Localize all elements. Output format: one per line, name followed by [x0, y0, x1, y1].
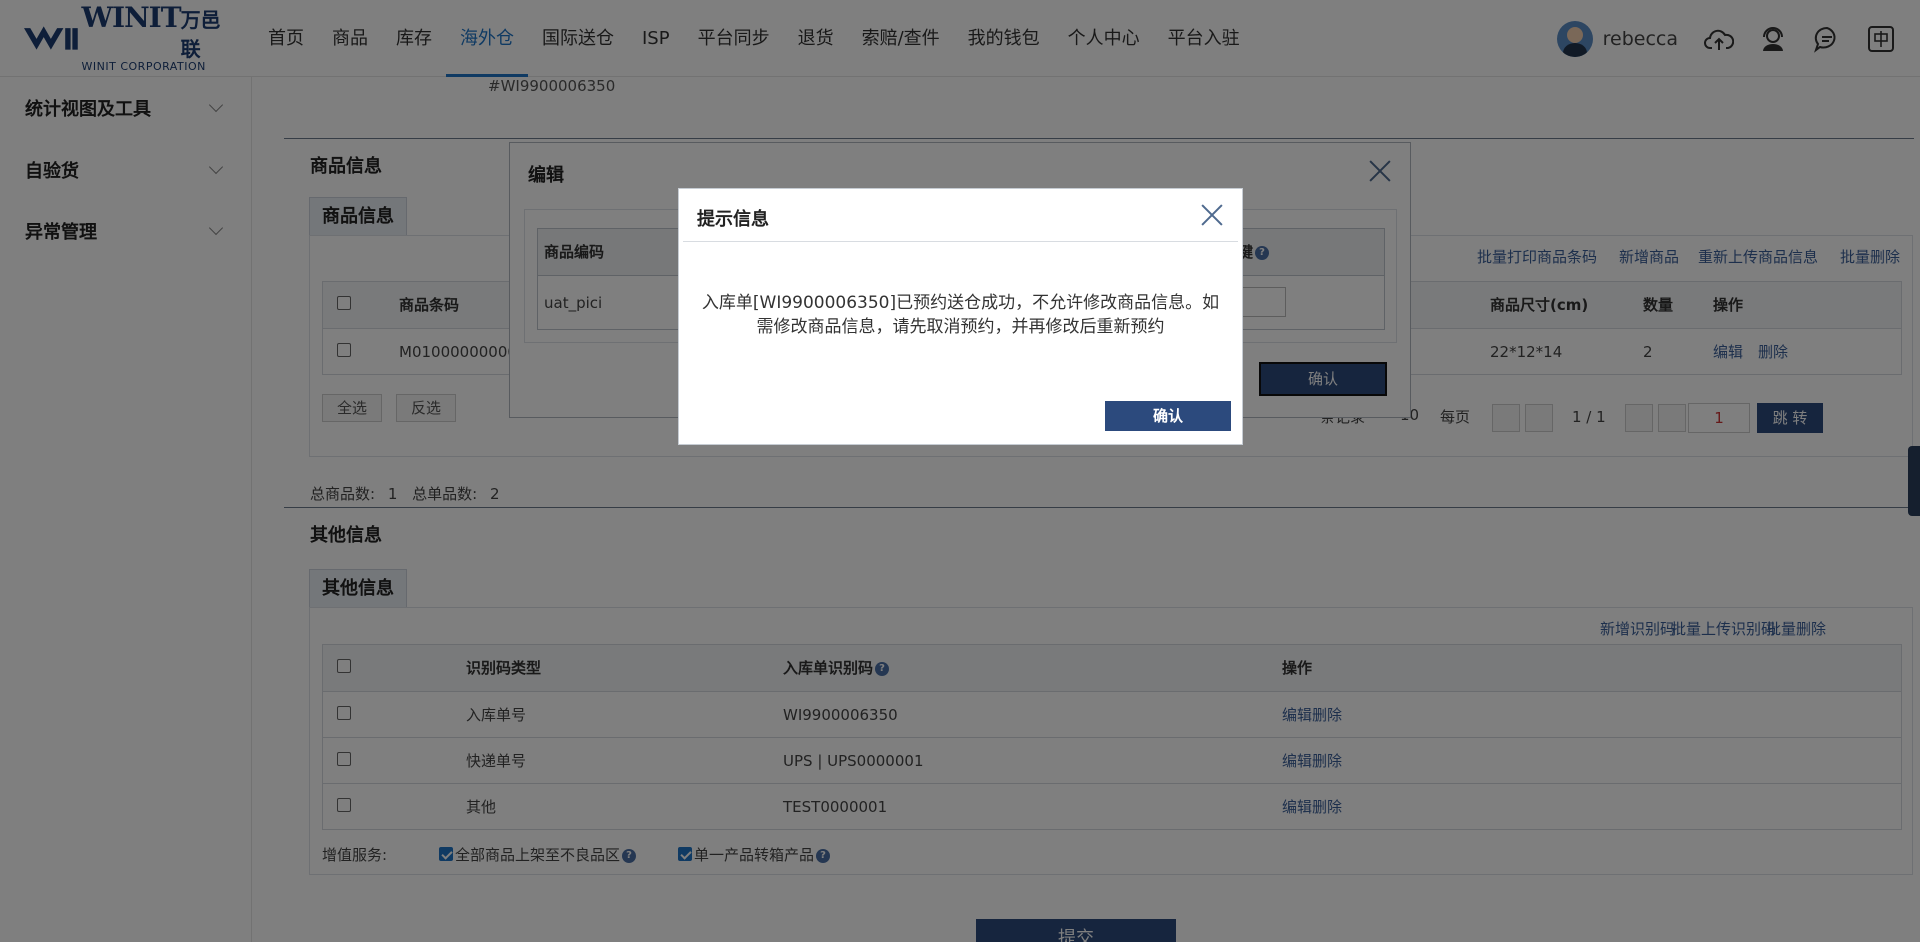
close-icon[interactable] — [1200, 203, 1224, 227]
alert-message: 入库单[WI9900006350]已预约送仓成功，不允许修改商品信息。如 需修改… — [697, 291, 1224, 339]
alert-confirm-button[interactable]: 确认 — [1105, 401, 1231, 431]
alert-title: 提示信息 — [697, 209, 769, 230]
divider — [683, 241, 1238, 242]
alert-message-line: 入库单[WI9900006350]已预约送仓成功，不允许修改商品信息。如 — [701, 293, 1220, 313]
alert-message-line: 需修改商品信息，请先取消预约，并再修改后重新预约 — [756, 317, 1165, 337]
alert-dialog: 提示信息 入库单[WI9900006350]已预约送仓成功，不允许修改商品信息。… — [678, 188, 1243, 445]
